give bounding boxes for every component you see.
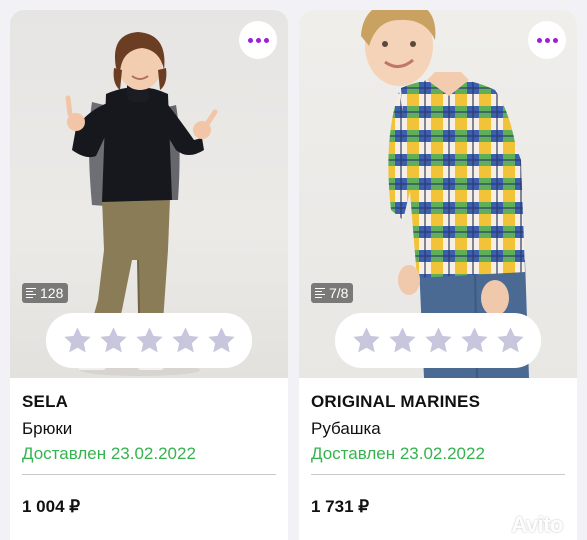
gallery-list-icon: [26, 287, 36, 299]
delivery-status: Доставлен 23.02.2022: [22, 444, 196, 463]
avito-watermark: Avito: [476, 512, 563, 538]
product-photo[interactable]: 7/8: [299, 10, 577, 378]
product-card[interactable]: 7/8 ORIGINAL MARINES Рубашка Доставлен 2…: [299, 10, 577, 540]
rating-stars[interactable]: [46, 313, 252, 368]
photo-count-badge: 7/8: [311, 283, 354, 303]
star-icon[interactable]: [206, 325, 237, 356]
star-icon[interactable]: [170, 325, 201, 356]
star-icon[interactable]: [495, 325, 526, 356]
product-photo[interactable]: 128: [10, 10, 288, 378]
product-info: SELA Брюки Доставлен 23.02.2022: [22, 392, 276, 475]
photo-count: 128: [40, 285, 64, 301]
product-price: 1 731 ₽: [311, 497, 370, 516]
gallery-list-icon: [315, 287, 325, 299]
rating-stars[interactable]: [335, 313, 541, 368]
divider: [22, 474, 276, 475]
avito-logo-icon: [476, 514, 506, 536]
star-icon[interactable]: [423, 325, 454, 356]
star-icon[interactable]: [351, 325, 382, 356]
more-dots-icon: [247, 37, 253, 43]
star-icon[interactable]: [387, 325, 418, 356]
product-card[interactable]: 128 SELA Брюки Доставлен 23.02.2022 1 00…: [10, 10, 288, 540]
star-icon[interactable]: [459, 325, 490, 356]
watermark-text: Avito: [511, 512, 563, 537]
more-options-button[interactable]: [528, 21, 566, 59]
product-info: ORIGINAL MARINES Рубашка Доставлен 23.02…: [311, 392, 565, 475]
star-icon[interactable]: [134, 325, 165, 356]
divider: [311, 474, 565, 475]
product-price: 1 004 ₽: [22, 497, 81, 516]
product-brand: ORIGINAL MARINES: [311, 392, 481, 411]
more-dots-icon: [536, 37, 542, 43]
star-icon[interactable]: [62, 325, 93, 356]
product-brand: SELA: [22, 392, 69, 411]
delivery-status: Доставлен 23.02.2022: [311, 444, 485, 463]
product-type: Брюки: [22, 419, 73, 438]
photo-count: 7/8: [329, 285, 349, 301]
star-icon[interactable]: [98, 325, 129, 356]
product-type: Рубашка: [311, 419, 381, 438]
more-options-button[interactable]: [239, 21, 277, 59]
photo-count-badge: 128: [22, 283, 69, 303]
